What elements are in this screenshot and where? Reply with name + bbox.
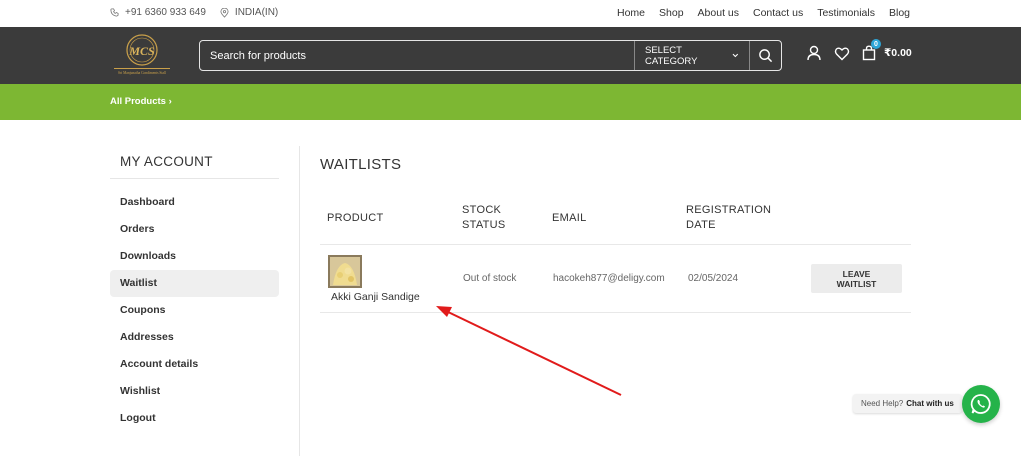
help-prefix: Need Help? bbox=[861, 399, 904, 408]
chat-help-tooltip[interactable]: Need Help? Chat with us bbox=[853, 394, 962, 413]
whatsapp-chat-button[interactable] bbox=[962, 385, 1000, 423]
help-cta: Chat with us bbox=[906, 399, 954, 408]
whatsapp-icon bbox=[970, 394, 991, 414]
